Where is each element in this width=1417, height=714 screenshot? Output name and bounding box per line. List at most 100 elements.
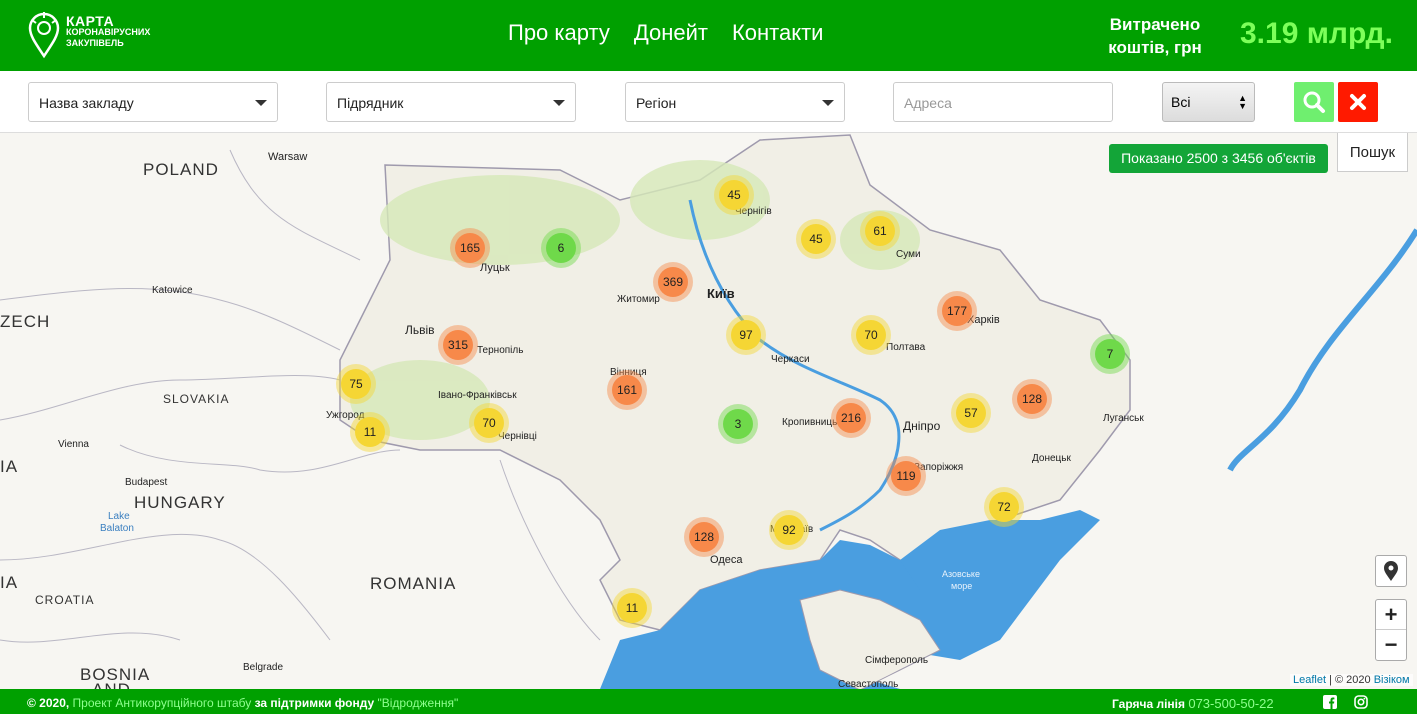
spent-value: 3.19 млрд. <box>1240 17 1393 50</box>
spent-label-line1: Витрачено <box>1109 15 1201 34</box>
cluster-count: 216 <box>841 411 861 425</box>
cluster-count: 369 <box>663 275 683 289</box>
cluster-marker[interactable]: 165 <box>450 228 490 268</box>
address-input[interactable]: Адреса <box>893 82 1113 122</box>
hotline-number[interactable]: 073-500-50-22 <box>1188 696 1273 711</box>
visicom-link[interactable]: Візіком <box>1374 674 1410 686</box>
cluster-marker[interactable]: 7 <box>1090 334 1130 374</box>
logo[interactable]: КАРТА КОРОНАВІРУСНИХ ЗАКУПІВЕЛЬ <box>26 8 166 60</box>
filter-bar: Назва закладу Підрядник Регіон Адреса Вс… <box>0 71 1417 133</box>
logo-line3: ЗАКУПІВЕЛЬ <box>66 38 124 48</box>
city-label: Івано-Франківськ <box>438 390 517 401</box>
city-label: Lake <box>108 511 130 522</box>
cluster-marker[interactable]: 72 <box>984 487 1024 527</box>
cluster-count: 61 <box>873 224 887 238</box>
map-attribution: Leaflet | © 2020 Візіком <box>1290 674 1413 686</box>
contractor-select[interactable]: Підрядник <box>326 82 576 122</box>
cluster-marker[interactable]: 61 <box>860 211 900 251</box>
sea-label: Азовське <box>942 569 980 579</box>
city-label: Дніпро <box>903 419 941 433</box>
map-canvas[interactable]: POLAND ZECH SLOVAKIA HUNGARY ROMANIA CRO… <box>0 133 1417 689</box>
search-icon <box>1303 91 1325 113</box>
instagram-icon[interactable] <box>1354 695 1368 709</box>
city-label: Тернопіль <box>477 345 523 356</box>
leaflet-link[interactable]: Leaflet <box>1293 674 1326 686</box>
cluster-marker[interactable]: 3 <box>718 404 758 444</box>
country-label: ROMANIA <box>370 574 456 593</box>
cluster-count: 177 <box>947 304 967 318</box>
cluster-marker[interactable]: 177 <box>937 291 977 331</box>
cluster-marker[interactable]: 75 <box>336 364 376 404</box>
country-label: HUNGARY <box>134 493 226 512</box>
institution-select[interactable]: Назва закладу <box>28 82 278 122</box>
facebook-icon[interactable] <box>1323 695 1337 709</box>
chevron-down-icon <box>255 100 267 106</box>
cluster-marker[interactable]: 369 <box>653 262 693 302</box>
locate-button[interactable] <box>1375 555 1407 587</box>
status-select[interactable]: Всі ▲ ▼ <box>1162 82 1255 122</box>
cluster-marker[interactable]: 97 <box>726 315 766 355</box>
cluster-count: 97 <box>739 328 753 342</box>
city-label: Житомир <box>617 294 660 305</box>
cluster-marker[interactable]: 57 <box>951 393 991 433</box>
spent-label: Витрачено коштів, грн <box>1090 13 1220 59</box>
zoom-out-button[interactable]: − <box>1376 630 1406 660</box>
cluster-marker[interactable]: 128 <box>684 517 724 557</box>
city-label: Суми <box>896 249 921 260</box>
cluster-marker[interactable]: 161 <box>607 370 647 410</box>
map-view[interactable]: POLAND ZECH SLOVAKIA HUNGARY ROMANIA CRO… <box>0 133 1417 689</box>
cluster-marker[interactable]: 6 <box>541 228 581 268</box>
cluster-marker[interactable]: 119 <box>886 456 926 496</box>
cluster-count: 70 <box>864 328 878 342</box>
cluster-marker[interactable]: 45 <box>796 219 836 259</box>
cluster-marker[interactable]: 70 <box>851 315 891 355</box>
cluster-count: 75 <box>349 377 363 391</box>
cluster-marker[interactable]: 216 <box>831 398 871 438</box>
project-link[interactable]: Проект Антикорупційного штабу <box>73 696 252 710</box>
cluster-marker[interactable]: 45 <box>714 175 754 215</box>
institution-select-value: Назва закладу <box>39 95 134 111</box>
city-label: Warsaw <box>268 151 307 163</box>
region-select[interactable]: Регіон <box>625 82 845 122</box>
city-label: Одеса <box>710 554 743 566</box>
copyright-text: © 2020, <box>27 696 73 710</box>
cluster-count: 3 <box>735 417 742 431</box>
fund-link[interactable]: "Відродження" <box>378 696 459 710</box>
city-label: Belgrade <box>243 662 283 673</box>
cluster-count: 45 <box>727 188 741 202</box>
sea-label: море <box>951 581 972 591</box>
cluster-count: 11 <box>364 425 377 439</box>
cluster-marker[interactable]: 92 <box>769 510 809 550</box>
zoom-in-button[interactable]: + <box>1376 600 1406 630</box>
country-label: ZECH <box>0 312 50 331</box>
cluster-marker[interactable]: 11 <box>612 588 652 628</box>
status-select-value: Всі <box>1171 94 1191 110</box>
cluster-count: 57 <box>964 406 978 420</box>
cluster-marker[interactable]: 315 <box>438 325 478 365</box>
search-button[interactable] <box>1294 82 1334 122</box>
cluster-marker[interactable]: 11 <box>350 412 390 452</box>
clear-button[interactable] <box>1338 82 1378 122</box>
cluster-count: 165 <box>460 241 480 255</box>
map-search-button[interactable]: Пошук <box>1337 133 1408 172</box>
country-label: IA <box>0 457 18 476</box>
reservoir <box>1227 228 1417 472</box>
cluster-count: 45 <box>809 232 823 246</box>
nav-about[interactable]: Про карту <box>508 20 610 46</box>
contractor-select-value: Підрядник <box>337 95 404 111</box>
cluster-count: 72 <box>997 500 1011 514</box>
country-label: AND <box>92 680 131 689</box>
region-select-value: Регіон <box>636 95 677 111</box>
cluster-count: 92 <box>782 523 796 537</box>
country-label: POLAND <box>143 160 219 179</box>
footer: © 2020, Проект Антикорупційного штабу за… <box>0 689 1417 714</box>
cluster-marker[interactable]: 128 <box>1012 379 1052 419</box>
chevron-down-icon <box>822 100 834 106</box>
cluster-marker[interactable]: 70 <box>469 403 509 443</box>
nav-donate[interactable]: Донейт <box>634 20 708 46</box>
city-label: Vienna <box>58 439 89 450</box>
nav-contacts[interactable]: Контакти <box>732 20 824 46</box>
city-label: Katowice <box>152 285 193 296</box>
city-label: Севастополь <box>838 679 898 689</box>
address-placeholder: Адреса <box>904 95 952 111</box>
